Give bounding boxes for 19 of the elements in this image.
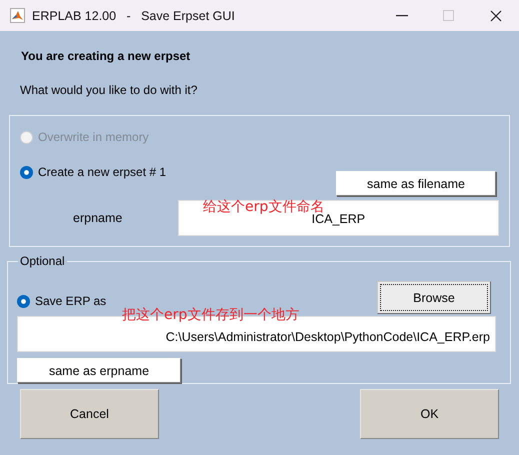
- ok-button[interactable]: OK: [360, 389, 499, 439]
- radio-label: Overwrite in memory: [38, 130, 149, 144]
- panel-legend: Optional: [18, 254, 67, 268]
- close-icon[interactable]: [490, 10, 502, 22]
- annotation-text: 给这个erp文件命名: [203, 198, 324, 215]
- radio-label: Save ERP as: [35, 294, 106, 308]
- radio-label: Create a new erpset # 1: [38, 165, 166, 179]
- radio-button[interactable]: [20, 166, 33, 178]
- same-as-filename-button[interactable]: same as filename: [336, 171, 496, 196]
- question-text: What would you like to do with it?: [19, 82, 198, 99]
- radio-button[interactable]: [17, 294, 30, 308]
- minimize-icon[interactable]: [396, 14, 408, 16]
- app-icon: [10, 8, 25, 23]
- browse-button[interactable]: Browse: [377, 281, 491, 314]
- erpname-label: erpname: [72, 211, 124, 225]
- cancel-button[interactable]: Cancel: [20, 389, 159, 439]
- window-title: ERPLAB 12.00 - Save Erpset GUI: [32, 8, 236, 22]
- same-as-erpname-button[interactable]: same as erpname: [17, 358, 181, 383]
- heading: You are creating a new erpset: [20, 48, 192, 65]
